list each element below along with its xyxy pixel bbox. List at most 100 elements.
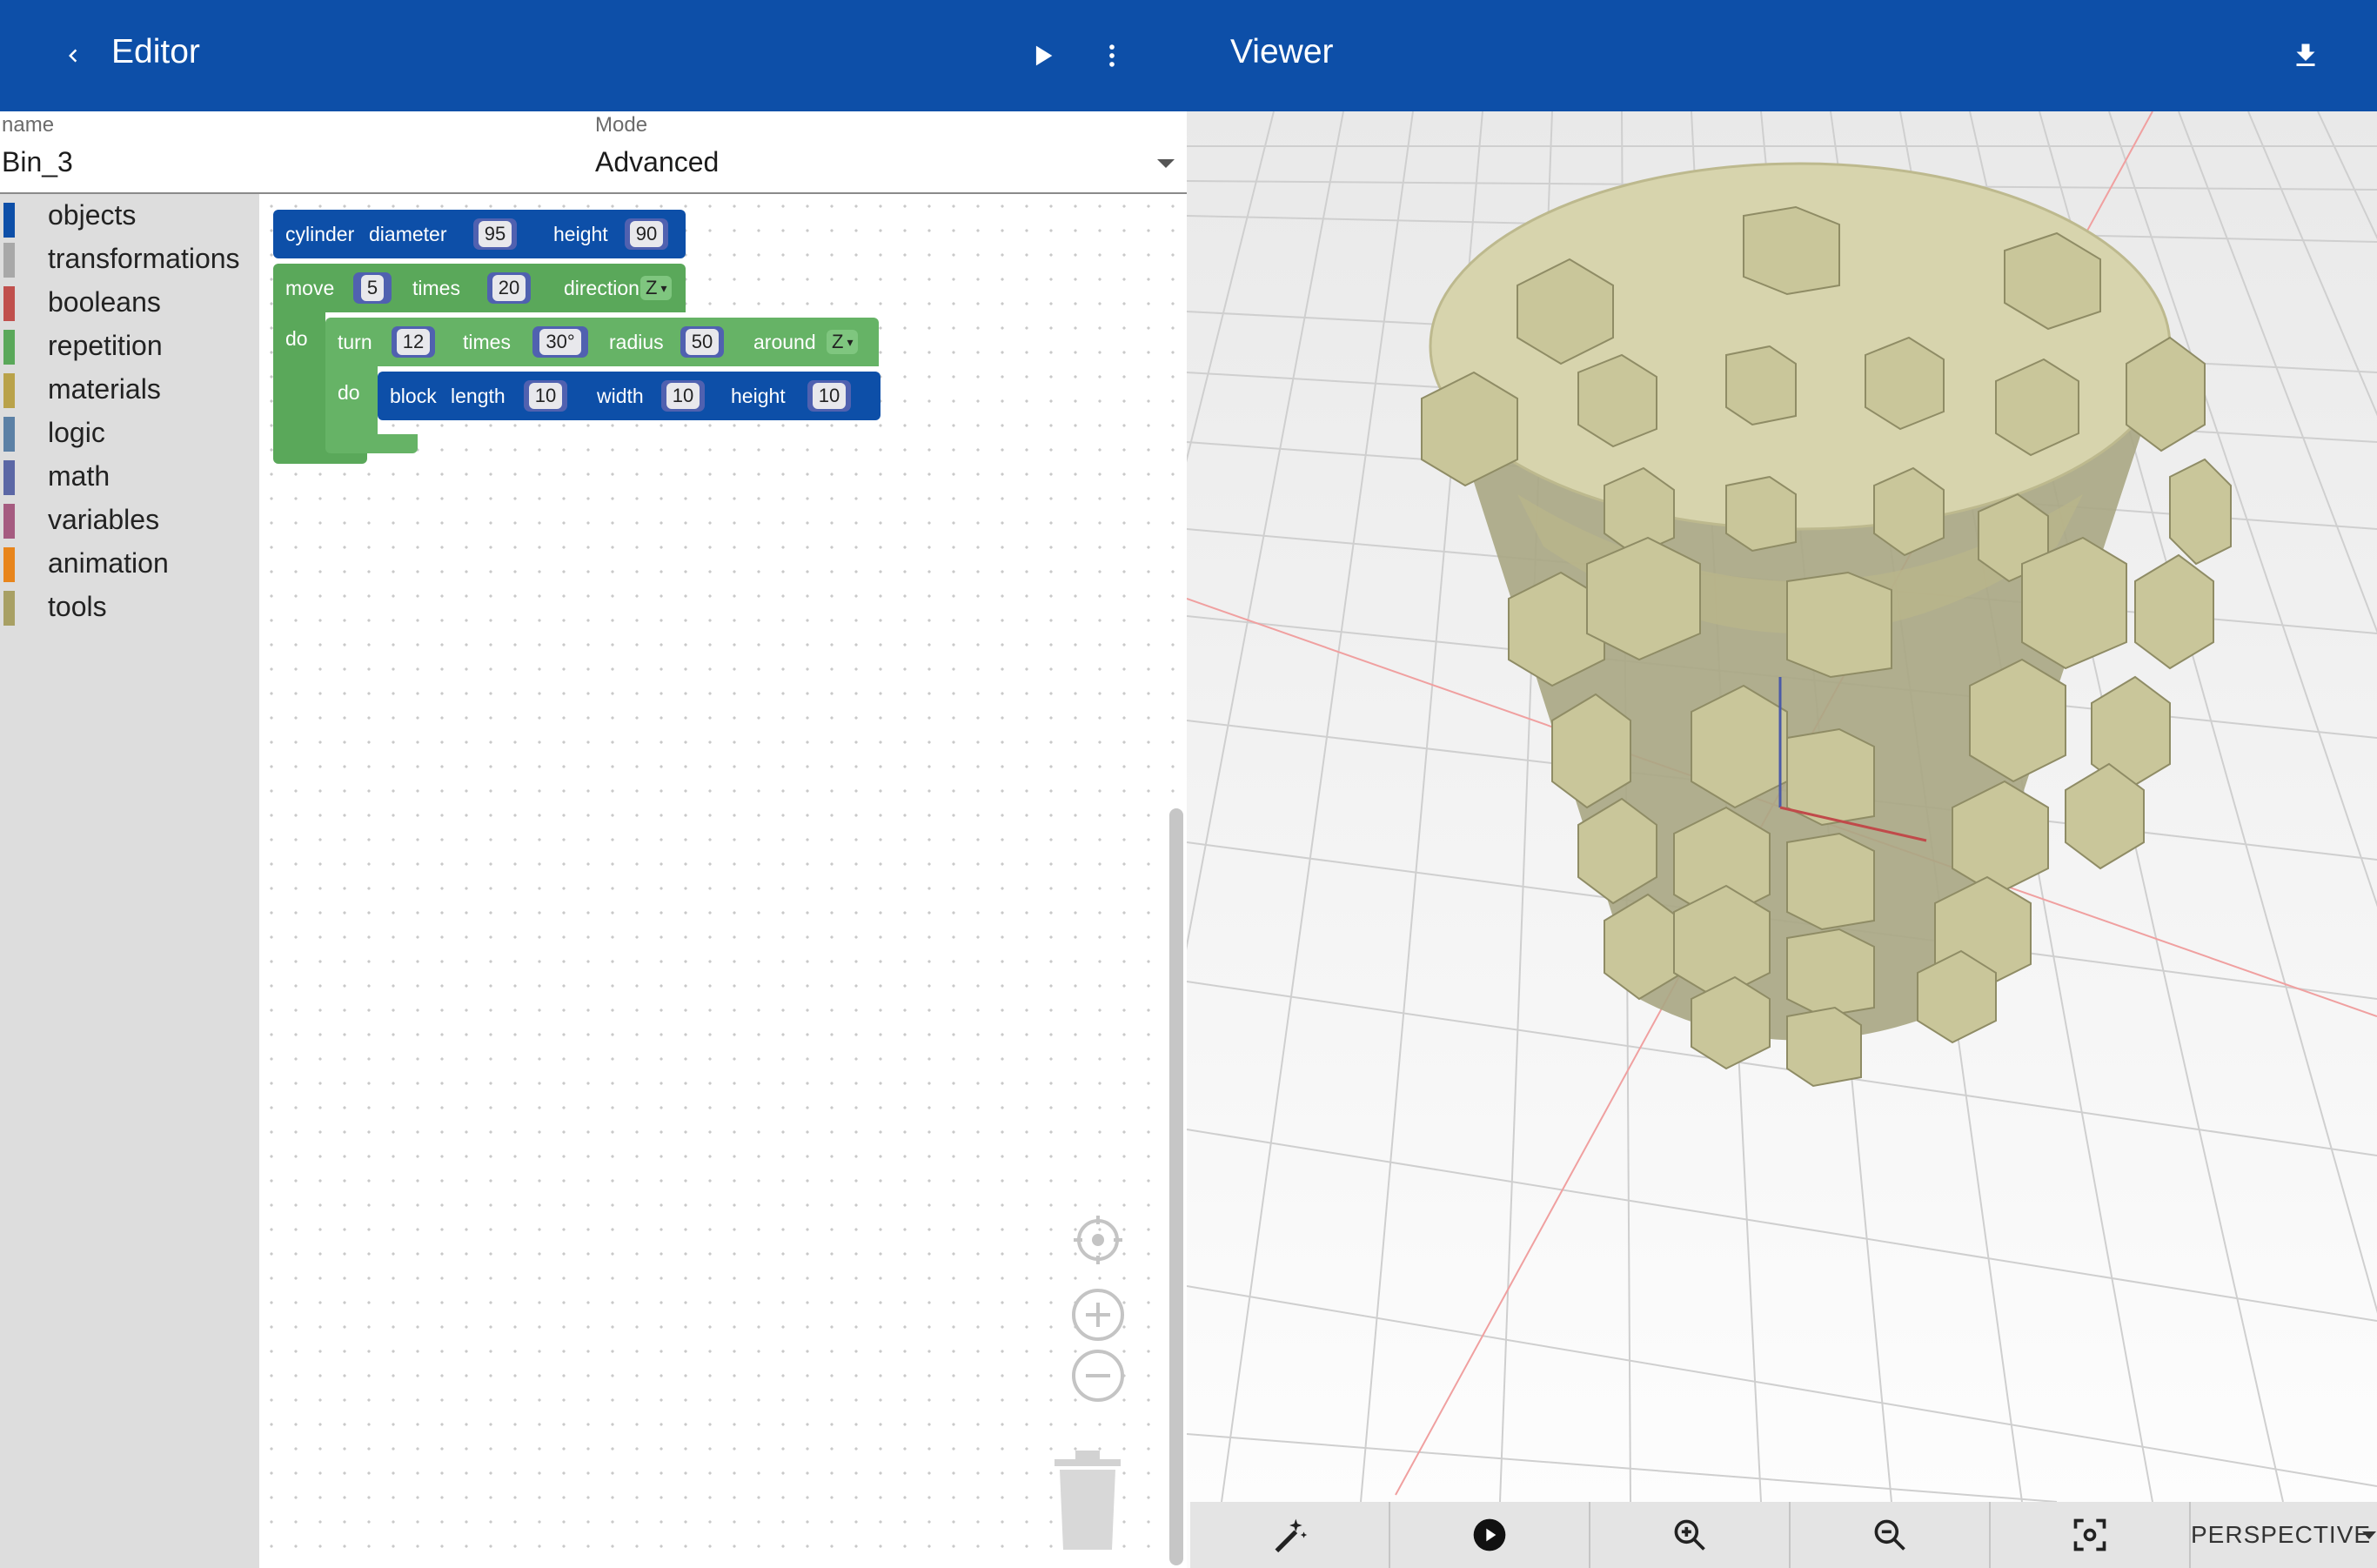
blocks-workspace[interactable]: cylinder diameter 95 height 90 move 5 ti…	[259, 194, 1187, 1568]
toolbox-category-logic[interactable]: logic	[0, 412, 259, 452]
workspace-scrollbar[interactable]	[1169, 808, 1183, 1565]
turn-times-label: times	[463, 331, 511, 353]
mode-select-value: Advanced	[595, 146, 720, 178]
category-label: transformations	[48, 243, 240, 274]
zoom-in-icon	[1674, 1519, 1705, 1551]
mode-select-label: Mode	[595, 113, 648, 137]
move-count-input[interactable]: 5	[353, 272, 392, 304]
toolbox-category-animation[interactable]: animation	[0, 542, 259, 582]
cylinder-block[interactable]: cylinder diameter 95 height 90	[273, 210, 686, 258]
play-circle-icon	[1473, 1518, 1506, 1551]
3d-scene[interactable]	[1187, 111, 2377, 1502]
viewer-title: Viewer	[1230, 33, 1334, 70]
move-block-label: move	[285, 277, 335, 299]
editor-app-bar: Editor	[0, 0, 1187, 111]
recenter-icon[interactable]	[1072, 1214, 1124, 1266]
block-height-input[interactable]: 10	[807, 380, 851, 412]
editor-pane: Editor name Bin_3 Mode Advanced objects …	[0, 0, 1187, 1568]
name-field[interactable]: name Bin_3	[0, 111, 592, 193]
chevron-down-icon: ▾	[847, 334, 854, 349]
category-color-swatch	[3, 547, 15, 582]
category-color-swatch	[3, 203, 15, 238]
mode-select[interactable]: Mode Advanced	[595, 111, 1187, 193]
camera-mode-select[interactable]: PERSPECTIVE	[2191, 1502, 2377, 1568]
viewer-pane: Viewer PERSPECTIVE	[1187, 0, 2377, 1568]
category-label: logic	[48, 417, 105, 448]
height-label: height	[553, 223, 608, 245]
turn-radius-input[interactable]: 50	[680, 326, 724, 358]
center-view-button[interactable]	[1991, 1502, 2191, 1568]
category-label: materials	[48, 373, 161, 405]
toolbox-category-tools[interactable]: tools	[0, 586, 259, 626]
zoom-in-icon[interactable]	[1072, 1289, 1124, 1341]
category-color-swatch	[3, 460, 15, 495]
category-color-swatch	[3, 373, 15, 408]
center-focus-icon	[2073, 1518, 2106, 1551]
more-vert-button[interactable]	[1088, 31, 1136, 80]
viewer-toolbar: PERSPECTIVE	[1190, 1502, 2377, 1568]
turn-angle-input[interactable]: 30°	[532, 326, 588, 358]
trash-icon[interactable]	[1051, 1447, 1124, 1551]
play-animation-button[interactable]	[1390, 1502, 1590, 1568]
category-label: repetition	[48, 330, 163, 361]
toolbox-category-transformations[interactable]: transformations	[0, 238, 259, 278]
category-color-swatch	[3, 417, 15, 452]
play-icon	[1035, 45, 1053, 66]
toolbox-category-math[interactable]: math	[0, 455, 259, 495]
move-direction-dropdown[interactable]: Z ▾	[640, 276, 673, 300]
block-width-input[interactable]: 10	[661, 380, 705, 412]
category-color-swatch	[3, 591, 15, 626]
category-label: animation	[48, 547, 169, 579]
toolbox-category-variables[interactable]: variables	[0, 499, 259, 539]
turn-count-input[interactable]: 12	[392, 326, 435, 358]
category-color-swatch	[3, 286, 15, 321]
turn-axis-dropdown[interactable]: Z ▾	[827, 330, 859, 354]
toolbox-category-materials[interactable]: materials	[0, 368, 259, 408]
back-button[interactable]	[49, 31, 97, 80]
zoom-out-icon	[1874, 1519, 1905, 1551]
block-shape-block[interactable]: block length 10 width 10 height 10	[378, 372, 880, 420]
toolbox-category-repetition[interactable]: repetition	[0, 325, 259, 365]
toolbox-category-booleans[interactable]: booleans	[0, 281, 259, 321]
block-height-label: height	[731, 385, 786, 407]
dropdown-arrow-icon	[1157, 159, 1175, 168]
auto-rotate-button[interactable]	[1190, 1502, 1390, 1568]
chevron-down-icon: ▾	[660, 280, 667, 295]
viewer-zoom-in-button[interactable]	[1590, 1502, 1791, 1568]
move-direction-label: direction	[564, 277, 639, 299]
zoom-out-icon[interactable]	[1072, 1350, 1124, 1402]
move-direction-value: Z	[646, 277, 658, 298]
category-label: booleans	[48, 286, 161, 318]
name-field-value[interactable]: Bin_3	[2, 146, 73, 178]
block-length-input[interactable]: 10	[524, 380, 567, 412]
diameter-input[interactable]: 95	[473, 218, 517, 250]
turn-around-label: around	[753, 331, 816, 353]
block-shape-label: block	[390, 385, 437, 407]
editor-title: Editor	[111, 33, 200, 70]
name-field-label: name	[2, 113, 55, 137]
dropdown-arrow-icon	[2362, 1531, 2376, 1539]
cylinder-block-label: cylinder	[285, 223, 355, 245]
height-input[interactable]: 90	[625, 218, 668, 250]
turn-radius-label: radius	[609, 331, 664, 353]
download-icon	[2296, 44, 2315, 66]
category-label: objects	[48, 199, 137, 231]
block-toolbox: objects transformations booleans repetit…	[0, 194, 259, 1568]
turn-do-label: do	[338, 381, 360, 404]
category-color-swatch	[3, 243, 15, 278]
download-button[interactable]	[2280, 30, 2332, 82]
diameter-label: diameter	[369, 223, 447, 245]
category-color-swatch	[3, 504, 15, 539]
category-color-swatch	[3, 330, 15, 365]
move-distance-input[interactable]: 20	[487, 272, 531, 304]
move-do-label: do	[285, 327, 308, 350]
viewer-zoom-out-button[interactable]	[1791, 1502, 1991, 1568]
chevron-left-icon	[69, 49, 77, 63]
turn-axis-value: Z	[832, 331, 844, 352]
category-label: variables	[48, 504, 160, 535]
run-button[interactable]	[1018, 31, 1067, 80]
more-vert-icon	[1109, 44, 1115, 67]
camera-mode-value: PERSPECTIVE	[2191, 1521, 2372, 1548]
toolbox-category-objects[interactable]: objects	[0, 194, 259, 238]
magic-wand-icon	[1275, 1518, 1308, 1553]
